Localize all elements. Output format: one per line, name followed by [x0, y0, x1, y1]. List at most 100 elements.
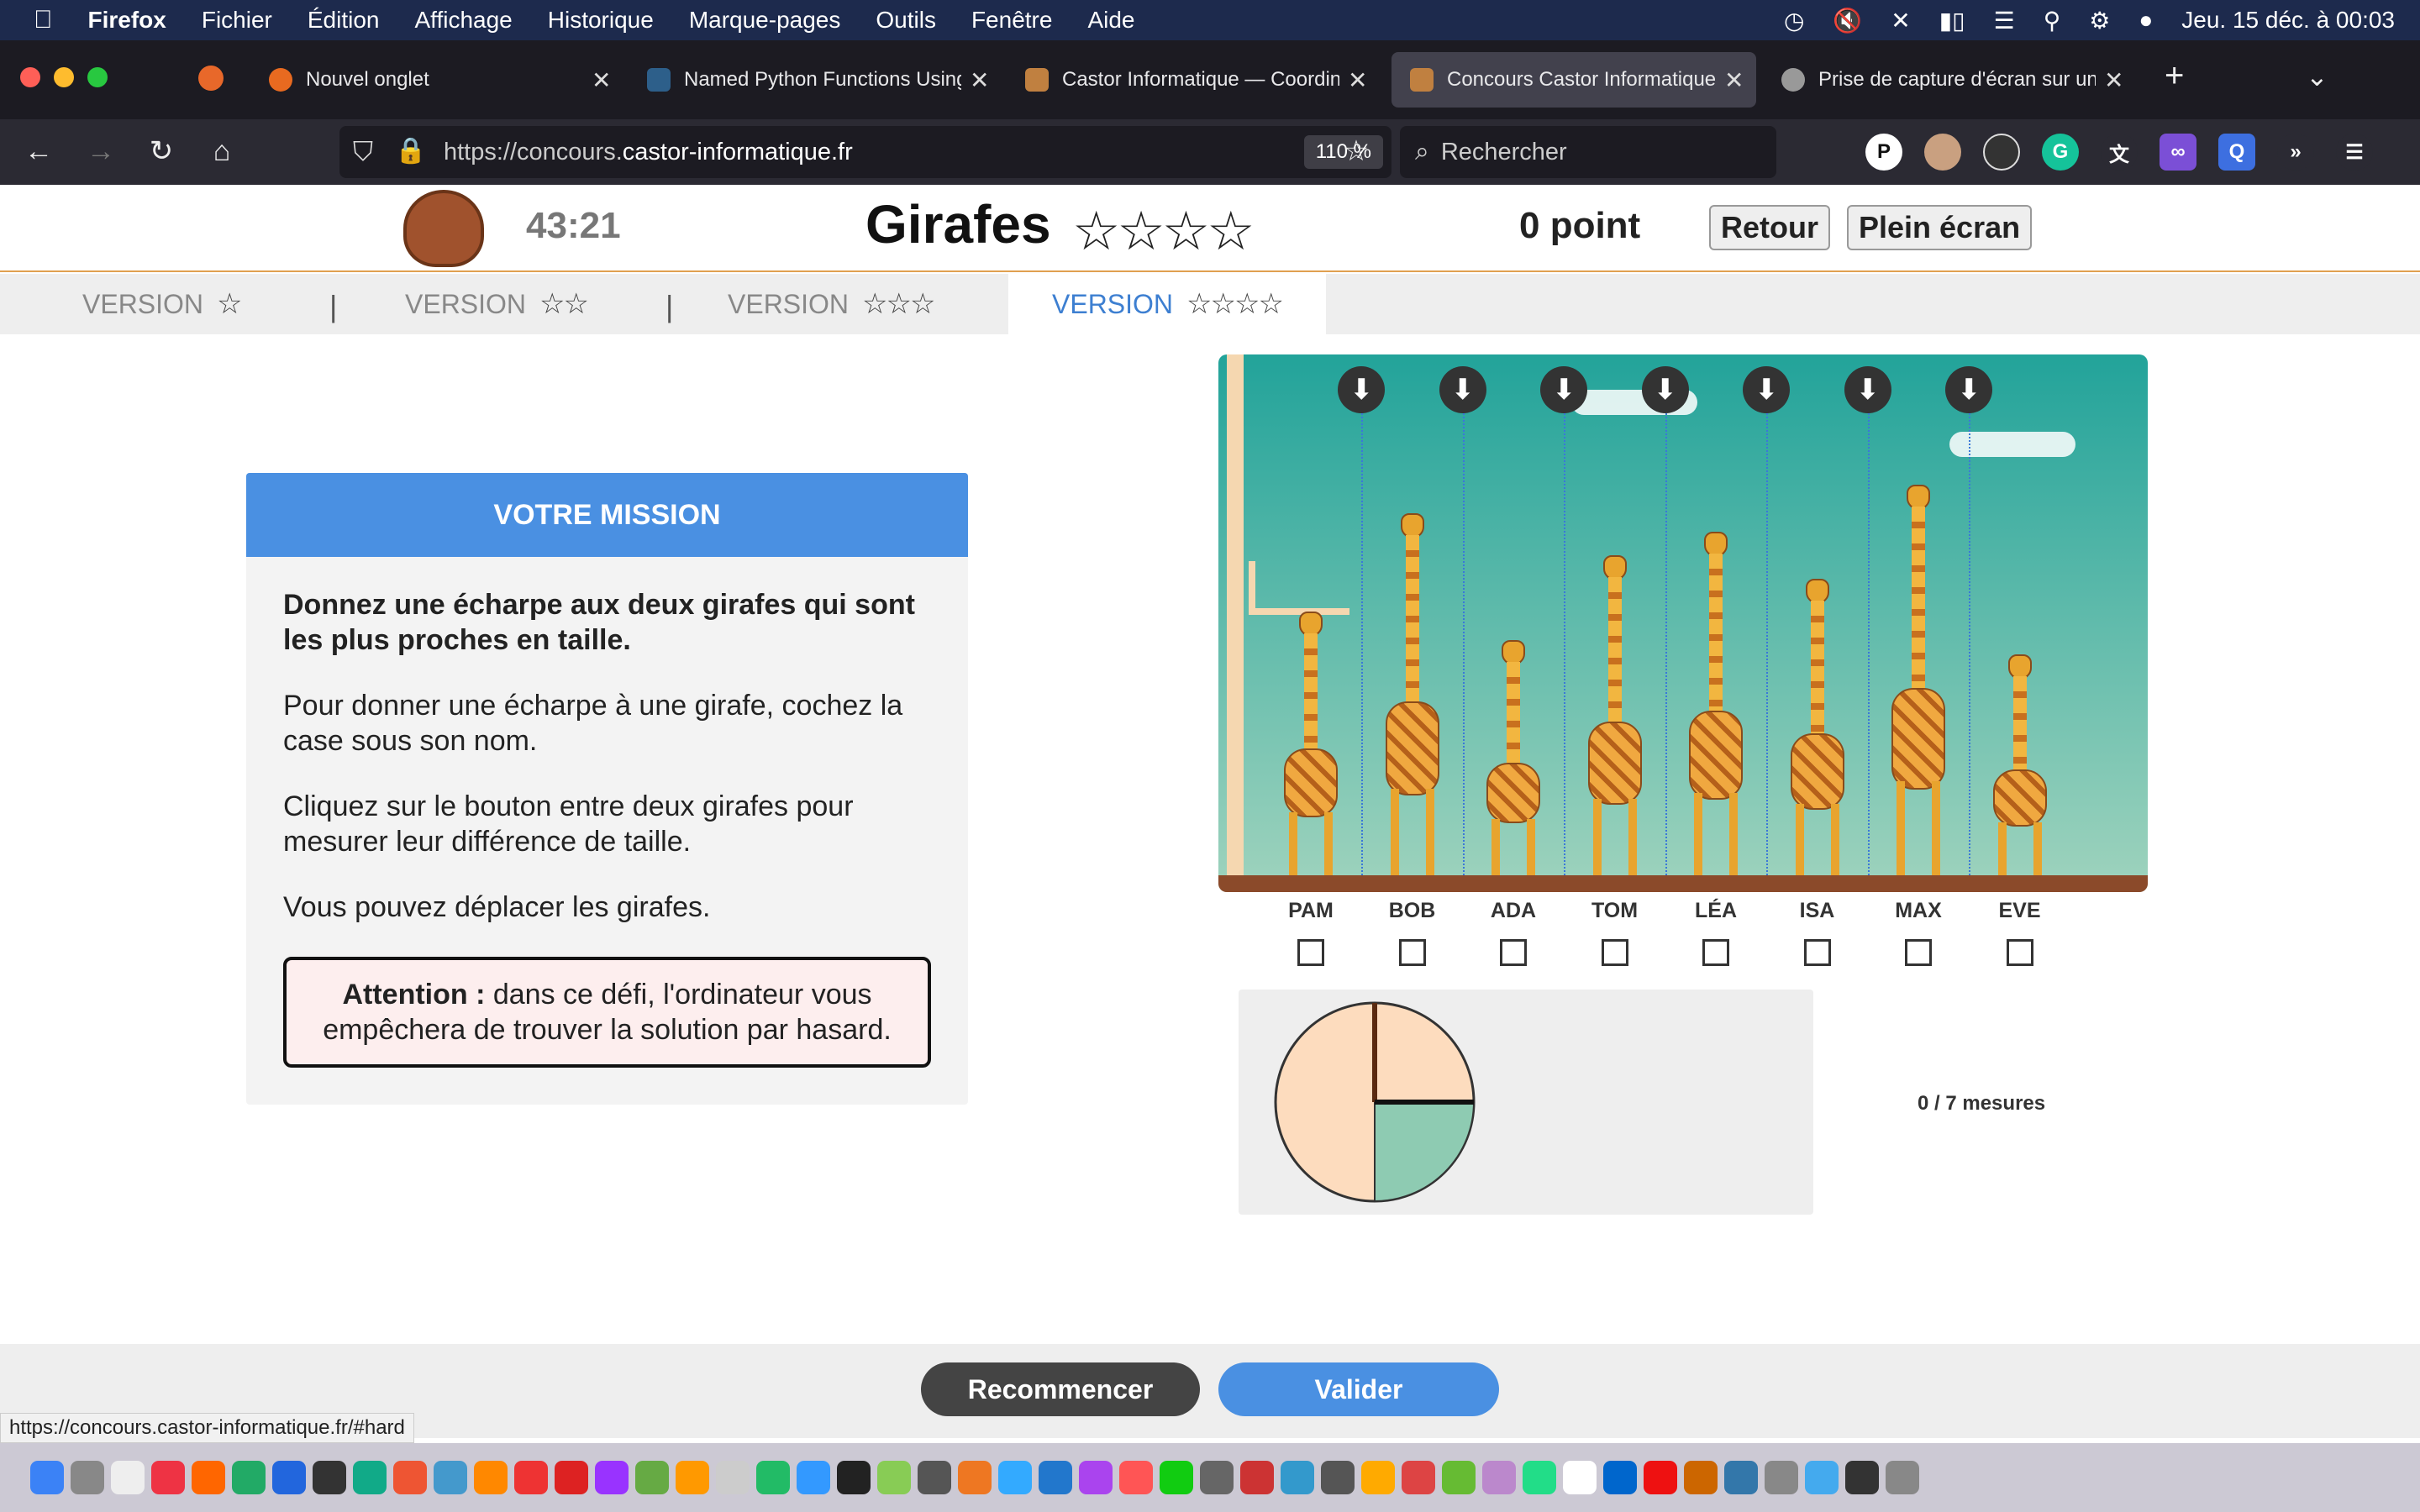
- tab-concours-castor[interactable]: Concours Castor Informatique – ✕: [1392, 52, 1756, 108]
- scarf-checkbox-léa[interactable]: [1702, 939, 1729, 966]
- url-bar[interactable]: ⛉ 🔒 https://concours.castor-informatique…: [339, 126, 1392, 178]
- dock-app-icon[interactable]: [998, 1461, 1032, 1494]
- dock-app-icon[interactable]: [1160, 1461, 1193, 1494]
- tab-capture-ecran[interactable]: Prise de capture d'écran sur un ✕: [1763, 52, 2136, 108]
- giraffe-max[interactable]: [1891, 485, 1945, 875]
- giraffe-bob[interactable]: [1385, 512, 1439, 875]
- dock-app-icon[interactable]: [1523, 1461, 1556, 1494]
- menu-marque-pages[interactable]: Marque-pages: [689, 7, 841, 34]
- dock-app-icon[interactable]: [1805, 1461, 1839, 1494]
- dock-app-icon[interactable]: [1402, 1461, 1435, 1494]
- dock-app-icon[interactable]: [192, 1461, 225, 1494]
- spotlight-icon[interactable]: ⚲: [2044, 7, 2061, 34]
- giraffe-léa[interactable]: [1689, 532, 1743, 875]
- dock-app-icon[interactable]: [1644, 1461, 1677, 1494]
- measure-arrow-icon[interactable]: ⬇: [1439, 366, 1486, 413]
- menu-outils[interactable]: Outils: [876, 7, 936, 34]
- measure-arrow-icon[interactable]: ⬇: [1540, 366, 1588, 413]
- dock-app-icon[interactable]: [756, 1461, 790, 1494]
- time-machine-icon[interactable]: ◷: [1784, 7, 1804, 34]
- new-tab-icon[interactable]: +: [2165, 57, 2184, 95]
- giraffe-ada[interactable]: [1486, 640, 1540, 875]
- tab-version-2[interactable]: VERSION ☆☆: [405, 274, 589, 334]
- measure-arrow-icon[interactable]: ⬇: [1844, 366, 1891, 413]
- scarf-checkbox-tom[interactable]: [1601, 939, 1628, 966]
- reload-icon[interactable]: ↻: [141, 131, 182, 171]
- close-tab-icon[interactable]: ✕: [1724, 66, 1744, 94]
- menu-app-firefox[interactable]: Firefox: [88, 7, 166, 34]
- scarf-checkbox-pam[interactable]: [1297, 939, 1324, 966]
- measure-arrow-icon[interactable]: ⬇: [1338, 366, 1386, 413]
- giraffe-pam[interactable]: [1284, 612, 1338, 875]
- overflow-chevron-icon[interactable]: »: [2277, 134, 2314, 171]
- pocket-p-icon[interactable]: P: [1865, 134, 1902, 171]
- dock-app-icon[interactable]: [1281, 1461, 1314, 1494]
- mute-icon[interactable]: 🔇: [1833, 7, 1862, 34]
- dock-app-icon[interactable]: [151, 1461, 185, 1494]
- dock-app-icon[interactable]: [676, 1461, 709, 1494]
- dock-app-icon[interactable]: [635, 1461, 669, 1494]
- back-button[interactable]: Retour: [1709, 205, 1830, 250]
- dock-app-icon[interactable]: [1482, 1461, 1516, 1494]
- dock-app-icon[interactable]: [1563, 1461, 1597, 1494]
- dock-app-icon[interactable]: [71, 1461, 104, 1494]
- dock-app-icon[interactable]: [1240, 1461, 1274, 1494]
- tab-nouvel-onglet[interactable]: Nouvel onglet ✕: [250, 52, 623, 108]
- dock-app-icon[interactable]: [1442, 1461, 1476, 1494]
- dock-app-icon[interactable]: [1119, 1461, 1153, 1494]
- control-center-icon[interactable]: ⚙: [2089, 7, 2110, 34]
- siri-icon[interactable]: ●: [2139, 7, 2153, 34]
- menu-edition[interactable]: Édition: [308, 7, 380, 34]
- close-tab-icon[interactable]: ✕: [970, 66, 989, 94]
- dock-app-icon[interactable]: [716, 1461, 750, 1494]
- dock-app-icon[interactable]: [1886, 1461, 1919, 1494]
- dock-app-icon[interactable]: [1684, 1461, 1718, 1494]
- close-tab-icon[interactable]: ✕: [2104, 66, 2123, 94]
- close-tab-icon[interactable]: ✕: [1348, 66, 1367, 94]
- home-icon[interactable]: ⌂: [202, 131, 242, 171]
- dock-app-icon[interactable]: [1321, 1461, 1355, 1494]
- ruler-marker[interactable]: [1249, 561, 1349, 615]
- bookmark-star-icon[interactable]: ☆: [1336, 131, 1376, 171]
- dock-app-icon[interactable]: [313, 1461, 346, 1494]
- firefox-view-icon[interactable]: [198, 66, 224, 91]
- menu-fenetre[interactable]: Fenêtre: [971, 7, 1053, 34]
- menu-historique[interactable]: Historique: [548, 7, 654, 34]
- close-window-button[interactable]: [20, 67, 40, 87]
- shield-icon[interactable]: ⛉: [353, 136, 373, 168]
- tab-castor-coordination[interactable]: Castor Informatique — Coordina ✕: [1007, 52, 1380, 108]
- dock-app-icon[interactable]: [232, 1461, 266, 1494]
- dock-app-icon[interactable]: [1765, 1461, 1798, 1494]
- dock-app-icon[interactable]: [877, 1461, 911, 1494]
- apple-icon[interactable]: : [34, 6, 53, 34]
- menu-affichage[interactable]: Affichage: [415, 7, 513, 34]
- chevron-down-icon[interactable]: ⌄: [2306, 60, 2328, 92]
- measure-arrow-icon[interactable]: ⬇: [1743, 366, 1791, 413]
- extension-purple-icon[interactable]: ∞: [2160, 134, 2196, 171]
- scarf-checkbox-ada[interactable]: [1500, 939, 1527, 966]
- close-tab-icon[interactable]: ✕: [592, 66, 611, 94]
- minimize-window-button[interactable]: [54, 67, 74, 87]
- dock-app-icon[interactable]: [514, 1461, 548, 1494]
- dock-app-icon[interactable]: [30, 1461, 64, 1494]
- menubar-clock[interactable]: Jeu. 15 déc. à 00:03: [2181, 7, 2395, 34]
- measure-arrow-icon[interactable]: ⬇: [1641, 366, 1689, 413]
- scarf-checkbox-max[interactable]: [1905, 939, 1932, 966]
- dock-app-icon[interactable]: [555, 1461, 588, 1494]
- back-icon[interactable]: ←: [18, 131, 59, 171]
- dock-app-icon[interactable]: [393, 1461, 427, 1494]
- tab-version-3[interactable]: VERSION ☆☆☆: [728, 274, 935, 334]
- lock-icon[interactable]: 🔒: [395, 136, 426, 165]
- scarf-checkbox-eve[interactable]: [2006, 939, 2033, 966]
- dock-app-icon[interactable]: [918, 1461, 951, 1494]
- search-field[interactable]: ⌕ Rechercher: [1400, 126, 1776, 178]
- bluetooth-icon[interactable]: ✕: [1891, 7, 1910, 34]
- giraffe-isa[interactable]: [1790, 579, 1844, 875]
- hamburger-menu-icon[interactable]: ☰: [2336, 134, 2373, 171]
- dock-app-icon[interactable]: [595, 1461, 629, 1494]
- dock-app-icon[interactable]: [1039, 1461, 1072, 1494]
- dock-app-icon[interactable]: [1603, 1461, 1637, 1494]
- scarf-checkbox-isa[interactable]: [1803, 939, 1831, 966]
- maximize-window-button[interactable]: [87, 67, 108, 87]
- dock-app-icon[interactable]: [797, 1461, 830, 1494]
